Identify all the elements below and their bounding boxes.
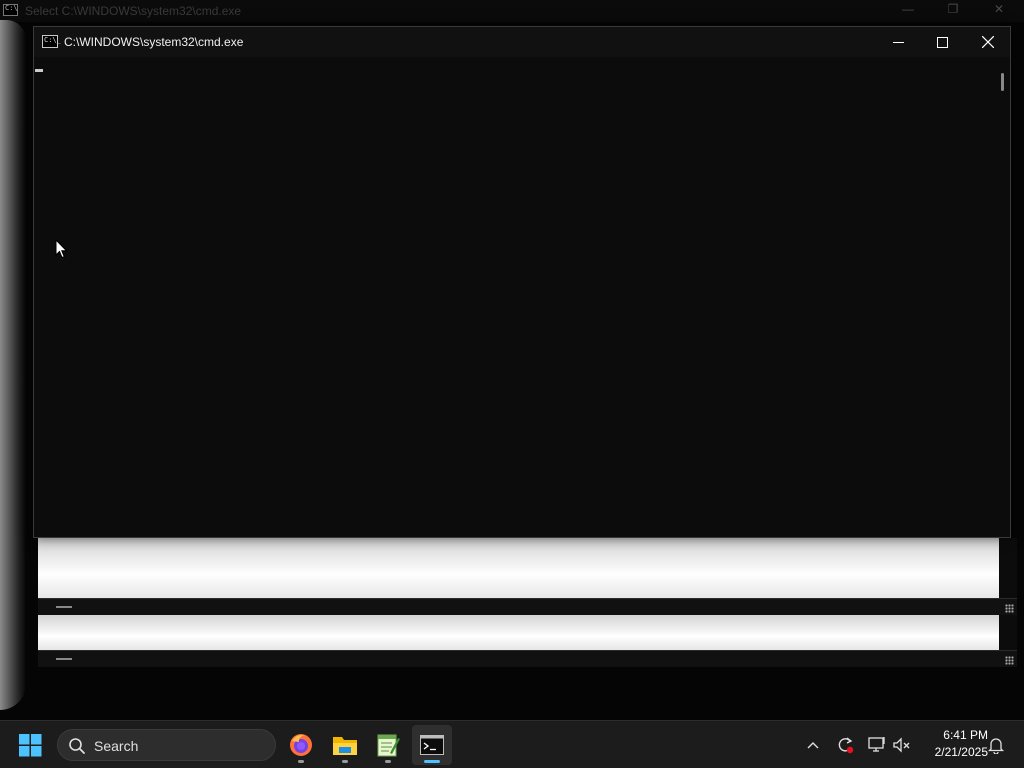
close-button[interactable] (965, 27, 1011, 57)
running-indicator (385, 760, 391, 763)
sync-icon (838, 737, 854, 754)
chevron-up-icon (807, 742, 819, 749)
bell-icon (987, 738, 1005, 754)
maximize-button[interactable] (919, 27, 965, 57)
minimize-button[interactable] (875, 27, 921, 57)
active-indicator (424, 760, 440, 763)
cmd-icon[interactable]: C:\_ (42, 35, 61, 48)
background-cmd-icon (3, 4, 18, 16)
firefox-icon (290, 734, 312, 756)
start-button[interactable] (16, 732, 44, 758)
system-clock[interactable]: 6:41 PM 2/21/2025 (918, 727, 988, 761)
terminal-icon (420, 735, 444, 755)
minimize-icon (892, 41, 904, 43)
search-icon (69, 738, 85, 754)
tray-network-button[interactable] (867, 735, 887, 755)
resize-grip-icon[interactable] (1005, 604, 1014, 613)
ghost-window-statusbar (38, 598, 1017, 615)
volume-muted-icon (893, 737, 910, 753)
search-label: Search (94, 738, 139, 754)
taskbar: Search 6:41 PM 2/21/2025 (0, 720, 1024, 768)
folder-icon (333, 737, 357, 755)
close-icon (982, 36, 994, 48)
taskbar-app-command-prompt[interactable] (412, 725, 452, 765)
cmd-window-titlebar[interactable]: C:\_ C:\WINDOWS\system32\cmd.exe (34, 27, 1010, 57)
tray-volume-button[interactable] (892, 735, 912, 755)
background-window-titlebar[interactable]: Select C:\WINDOWS\system32\cmd.exe — ❐ ✕ (0, 0, 1024, 22)
maximize-icon (936, 36, 948, 48)
ghost-window-scrollbar (999, 538, 1017, 598)
resize-grip-icon[interactable] (1005, 656, 1014, 665)
show-hidden-icons-button[interactable] (803, 735, 823, 755)
windows-logo-icon (19, 734, 42, 757)
notifications-button[interactable] (986, 735, 1006, 755)
console-output[interactable] (34, 57, 996, 537)
tray-sync-icon-button[interactable] (835, 735, 855, 755)
scrollbar-thumb[interactable] (1001, 73, 1004, 91)
cmd-window[interactable]: C:\_ C:\WINDOWS\system32\cmd.exe (33, 26, 1011, 538)
taskbar-app-firefox[interactable] (281, 725, 321, 765)
desktop: Select C:\WINDOWS\system32\cmd.exe — ❐ ✕… (0, 0, 1024, 720)
ghost-dash (56, 658, 72, 660)
vertical-scrollbar[interactable] (996, 57, 1010, 537)
ghost-dash (56, 606, 72, 608)
clock-time: 6:41 PM (943, 728, 988, 742)
text-cursor (35, 69, 43, 72)
ghost-window-statusbar (38, 650, 1017, 667)
background-restore-button[interactable]: ❐ (942, 2, 964, 18)
mouse-pointer-icon (55, 239, 68, 259)
clock-date: 2/21/2025 (934, 745, 988, 759)
notepad-icon (377, 734, 400, 757)
taskbar-search[interactable]: Search (57, 729, 276, 761)
ghost-window-panel (38, 538, 999, 598)
running-indicator (298, 760, 304, 763)
background-minimize-button[interactable]: — (897, 2, 919, 18)
background-window-title: Select C:\WINDOWS\system32\cmd.exe (25, 4, 242, 18)
ghost-window-panel (38, 615, 999, 650)
network-icon (868, 737, 885, 752)
background-window-edge (0, 20, 26, 710)
taskbar-app-file-explorer[interactable] (325, 725, 365, 765)
running-indicator (342, 760, 348, 763)
ghost-window-scrollbar (999, 615, 1017, 650)
taskbar-app-notepad-plus[interactable] (368, 725, 408, 765)
background-close-button[interactable]: ✕ (988, 2, 1010, 18)
window-title: C:\WINDOWS\system32\cmd.exe (64, 35, 244, 49)
cmd-icon-glyph: C:\_ (44, 36, 61, 44)
